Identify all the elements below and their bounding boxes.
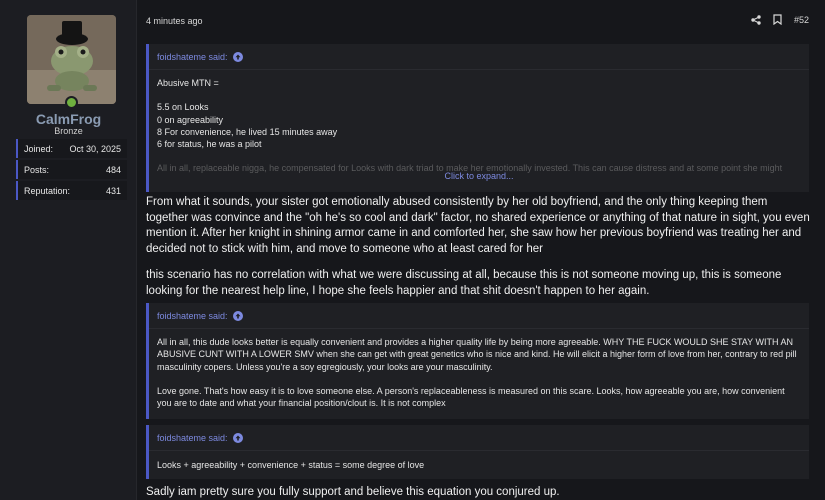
quote-line: 6 for status, he was a pilot <box>157 139 262 150</box>
user-rank: Bronze <box>54 126 83 136</box>
quote-paragraph: All in all, this dude looks better is eq… <box>157 337 797 372</box>
stat-label: Posts: <box>24 164 50 175</box>
reply-paragraph: this scenario has no correlation with wh… <box>146 269 782 297</box>
online-status-dot <box>65 96 78 109</box>
stat-label: Joined: <box>24 143 54 154</box>
stat-value: 431 <box>105 185 121 196</box>
quote-content: Abusive MTN = 5.5 on Looks 0 on agreeabi… <box>149 70 809 175</box>
quote-paragraph: Looks + agreeability + convenience + sta… <box>157 460 425 470</box>
reply-paragraph: Sadly iam pretty sure you fully support … <box>146 486 560 498</box>
quote-content: All in all, this dude looks better is eq… <box>149 329 809 409</box>
reply-paragraph: From what it sounds, your sister got emo… <box>146 196 810 255</box>
stat-label: Reputation: <box>24 185 71 196</box>
avatar[interactable] <box>27 15 116 104</box>
username[interactable]: CalmFrog <box>0 111 137 127</box>
post-timestamp[interactable]: 4 minutes ago <box>146 16 203 26</box>
stat-joined: Joined: Oct 30, 2025 <box>16 139 127 158</box>
quote-line: 5.5 on Looks <box>157 102 209 113</box>
quote-author[interactable]: foidshateme said: <box>157 433 228 443</box>
quote-block-2: foidshateme said: All in all, this dude … <box>146 303 809 419</box>
quote-line: 8 For convenience, he lived 15 minutes a… <box>157 126 338 137</box>
frog-avatar-image <box>27 15 116 104</box>
post-actions: #52 <box>751 14 809 25</box>
quote-paragraph: Love gone. That's how easy it is to love… <box>157 385 785 409</box>
quote-author[interactable]: foidshateme said: <box>157 311 228 321</box>
quote-line: Abusive MTN = <box>157 78 219 88</box>
quote-block-3: foidshateme said: Looks + agreeability +… <box>146 425 809 479</box>
quote-block-1: foidshateme said: Abusive MTN = 5.5 on L… <box>146 44 809 192</box>
bookmark-icon[interactable] <box>773 14 782 25</box>
stat-posts: Posts: 484 <box>16 160 127 179</box>
arrow-up-circle-icon[interactable] <box>232 51 243 62</box>
arrow-up-circle-icon[interactable] <box>232 310 243 321</box>
quote-line: 0 on agreeability <box>157 114 224 125</box>
stat-value: 484 <box>105 164 121 175</box>
quote-author[interactable]: foidshateme said: <box>157 52 228 62</box>
quote-header[interactable]: foidshateme said: <box>149 303 809 329</box>
quote-header[interactable]: foidshateme said: <box>149 425 809 451</box>
user-sidebar: CalmFrog Bronze Joined: Oct 30, 2025 Pos… <box>0 0 137 500</box>
click-to-expand-link[interactable]: Click to expand... <box>149 171 809 181</box>
stat-value: Oct 30, 2025 <box>69 143 121 154</box>
share-icon[interactable] <box>751 14 761 25</box>
stat-reputation: Reputation: 431 <box>16 181 127 200</box>
quote-header[interactable]: foidshateme said: <box>149 44 809 70</box>
quote-content: Looks + agreeability + convenience + sta… <box>149 451 809 471</box>
arrow-up-circle-icon[interactable] <box>232 432 243 443</box>
post-number[interactable]: #52 <box>794 15 809 25</box>
